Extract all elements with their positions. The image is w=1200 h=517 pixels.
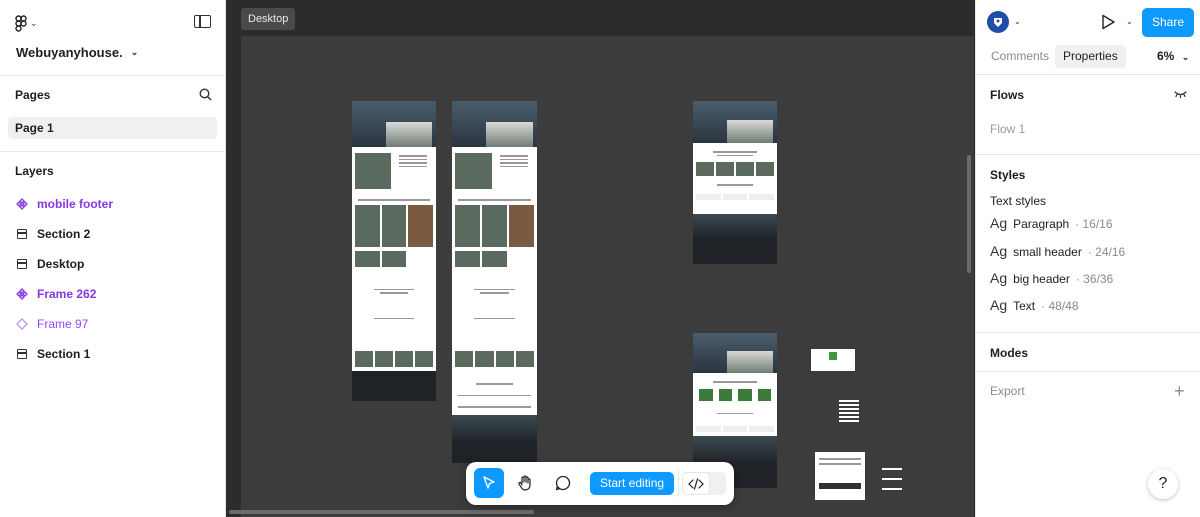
layer-label: Frame 262 bbox=[37, 287, 97, 301]
page-frame-desktop-1[interactable] bbox=[352, 101, 436, 401]
instance-icon bbox=[15, 318, 28, 331]
chevron-down-icon: ⌄ bbox=[30, 17, 38, 28]
help-button[interactable]: ? bbox=[1148, 469, 1178, 499]
text-styles-title: Text styles bbox=[990, 194, 1047, 208]
figma-menu-button[interactable]: ⌄ bbox=[15, 14, 43, 32]
layer-item-frame-97[interactable]: Frame 97 bbox=[15, 315, 88, 333]
layer-item-section-1[interactable]: Section 1 bbox=[15, 345, 90, 363]
style-name: Text bbox=[1013, 299, 1036, 313]
styles-title: Styles bbox=[990, 168, 1026, 182]
divider bbox=[976, 74, 1200, 75]
divider bbox=[976, 371, 1200, 372]
style-name: Paragraph bbox=[1013, 217, 1070, 231]
toolbar-divider bbox=[678, 470, 679, 497]
flows-title: Flows bbox=[990, 88, 1025, 102]
layer-item-desktop[interactable]: Desktop bbox=[15, 255, 84, 273]
layer-label: Section 2 bbox=[37, 227, 91, 241]
vertical-scrollbar[interactable] bbox=[967, 155, 971, 273]
zoom-menu[interactable]: 6% ⌄ bbox=[1157, 45, 1189, 68]
layer-item-frame-262[interactable]: Frame 262 bbox=[15, 285, 96, 303]
layers-title: Layers bbox=[15, 164, 54, 178]
layer-label: Section 1 bbox=[37, 347, 91, 361]
component-icon bbox=[15, 198, 28, 211]
style-size: · 36/36 bbox=[1075, 272, 1114, 286]
right-panel: ⌄ ⌄ Share Comments Properties 6% ⌄ Flows… bbox=[975, 0, 1200, 517]
user-logo-icon bbox=[994, 18, 1002, 27]
canvas[interactable]: Desktop Start editing bbox=[227, 0, 974, 517]
comment-tool-button[interactable] bbox=[548, 468, 578, 498]
file-name-menu[interactable]: Webuyanyhouse. ⌄ bbox=[16, 45, 138, 60]
tab-comments[interactable]: Comments bbox=[983, 45, 1057, 68]
eye-closed-icon[interactable] bbox=[1174, 90, 1187, 99]
layer-label: Frame 97 bbox=[37, 317, 89, 331]
cursor-icon bbox=[483, 476, 495, 489]
sidebar-toggle-icon[interactable] bbox=[194, 15, 211, 28]
text-style-icon: Ag bbox=[990, 270, 1008, 286]
share-button[interactable]: Share bbox=[1142, 8, 1194, 37]
text-style-icon: Ag bbox=[990, 243, 1008, 259]
left-panel-header: ⌄ bbox=[0, 0, 225, 44]
page-item-page-1[interactable]: Page 1 bbox=[8, 117, 217, 139]
chevron-down-icon[interactable]: ⌄ bbox=[1014, 17, 1021, 26]
left-panel: ⌄ Webuyanyhouse. ⌄ Pages Page 1 Layers m… bbox=[0, 0, 226, 517]
style-size: · 48/48 bbox=[1041, 299, 1079, 313]
file-name: Webuyanyhouse. bbox=[16, 45, 123, 60]
layer-item-section-2[interactable]: Section 2 bbox=[15, 225, 90, 243]
bottom-toolbar: Start editing bbox=[466, 462, 734, 505]
page-frame-mobile-1[interactable] bbox=[693, 101, 777, 264]
dev-mode-toggle[interactable] bbox=[682, 472, 726, 495]
component-icon bbox=[15, 288, 28, 301]
search-icon[interactable] bbox=[199, 88, 212, 101]
hamburger-menu-icon[interactable] bbox=[882, 468, 902, 490]
text-style-icon: Ag bbox=[990, 297, 1008, 313]
component-preview-form[interactable] bbox=[815, 452, 865, 500]
divider bbox=[976, 332, 1200, 333]
layer-label: Desktop bbox=[37, 257, 85, 271]
chevron-down-icon[interactable]: ⌄ bbox=[1126, 17, 1133, 26]
text-style-big-header[interactable]: Ag big header · 36/36 bbox=[990, 270, 1113, 286]
style-name: small header bbox=[1013, 245, 1082, 259]
component-preview-list[interactable] bbox=[839, 400, 859, 424]
section-icon bbox=[15, 348, 28, 361]
layer-label: mobile footer bbox=[37, 197, 114, 211]
text-style-text[interactable]: Ag Text · 48/48 bbox=[990, 297, 1079, 313]
section-label-desktop[interactable]: Desktop bbox=[241, 8, 296, 30]
add-export-icon[interactable]: + bbox=[1174, 381, 1185, 402]
divider bbox=[0, 75, 226, 76]
zoom-level: 6% bbox=[1157, 49, 1175, 63]
horizontal-scrollbar[interactable] bbox=[229, 510, 534, 514]
section-icon bbox=[15, 228, 28, 241]
start-editing-button[interactable]: Start editing bbox=[590, 472, 675, 495]
style-name: big header bbox=[1013, 272, 1070, 286]
page-frame-desktop-2[interactable] bbox=[452, 101, 537, 463]
chevron-down-icon: ⌄ bbox=[1181, 52, 1190, 62]
play-icon[interactable] bbox=[1100, 14, 1116, 30]
tab-properties[interactable]: Properties bbox=[1055, 45, 1126, 68]
pages-title: Pages bbox=[15, 88, 51, 102]
flow-item[interactable]: Flow 1 bbox=[990, 122, 1025, 136]
style-size: · 24/16 bbox=[1087, 245, 1126, 259]
user-avatar[interactable] bbox=[987, 11, 1009, 33]
section-icon bbox=[15, 258, 28, 271]
desktop-section[interactable] bbox=[241, 36, 974, 517]
divider bbox=[0, 151, 226, 152]
figma-logo-icon bbox=[15, 14, 27, 32]
comment-icon bbox=[555, 475, 571, 491]
text-style-icon: Ag bbox=[990, 215, 1008, 231]
layer-item-mobile-footer[interactable]: mobile footer bbox=[15, 195, 113, 213]
text-style-paragraph[interactable]: Ag Paragraph · 16/16 bbox=[990, 215, 1113, 231]
component-preview-checkmark-card[interactable] bbox=[811, 349, 855, 371]
hand-tool-button[interactable] bbox=[510, 468, 540, 498]
text-style-small-header[interactable]: Ag small header · 24/16 bbox=[990, 243, 1125, 259]
move-tool-button[interactable] bbox=[474, 468, 504, 498]
modes-title: Modes bbox=[990, 346, 1029, 360]
hand-icon bbox=[518, 475, 531, 491]
code-icon bbox=[682, 472, 710, 495]
export-title: Export bbox=[990, 384, 1025, 398]
divider bbox=[976, 154, 1200, 155]
style-size: · 16/16 bbox=[1075, 217, 1113, 231]
chevron-down-icon: ⌄ bbox=[130, 47, 139, 57]
